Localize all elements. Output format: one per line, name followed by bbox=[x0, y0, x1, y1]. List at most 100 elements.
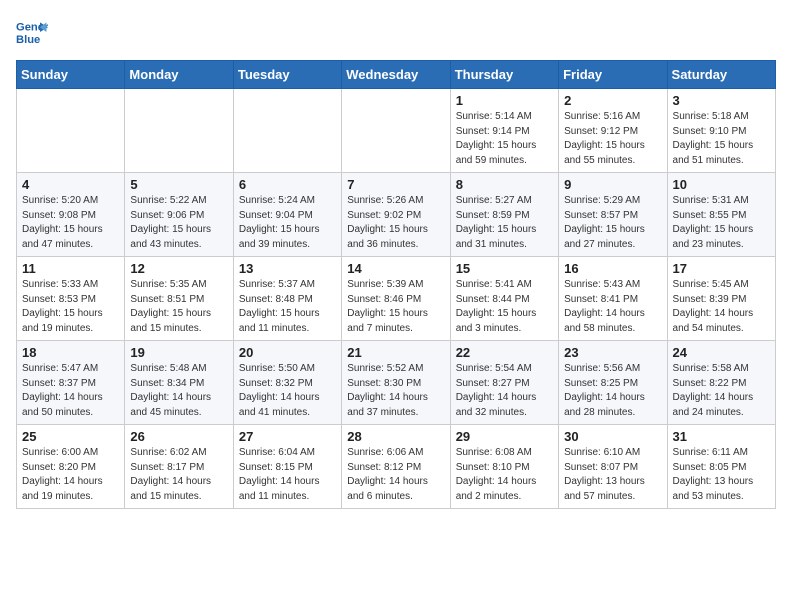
day-info: Sunrise: 5:14 AMSunset: 9:14 PMDaylight:… bbox=[456, 110, 553, 168]
day-info: Sunrise: 6:06 AMSunset: 8:12 PMDaylight:… bbox=[347, 446, 444, 504]
day-info: Sunrise: 6:04 AMSunset: 8:15 PMDaylight:… bbox=[239, 446, 336, 504]
day-info: Sunrise: 5:47 AMSunset: 8:37 PMDaylight:… bbox=[22, 362, 119, 420]
calendar-cell: 20 Sunrise: 5:50 AMSunset: 8:32 PMDayligh… bbox=[233, 341, 341, 425]
calendar-header: SundayMondayTuesdayWednesdayThursdayFrid… bbox=[17, 61, 776, 89]
day-number: 4 bbox=[22, 177, 119, 192]
calendar-cell: 8 Sunrise: 5:27 AMSunset: 8:59 PMDaylight… bbox=[450, 173, 558, 257]
calendar-cell: 6Sunrise: 5:24 AMSunset: 9:04 PMDaylight… bbox=[233, 173, 341, 257]
day-number: 17 bbox=[673, 261, 770, 276]
day-info: Sunrise: 5:33 AMSunset: 8:53 PMDaylight:… bbox=[22, 278, 119, 336]
calendar-cell: 21 Sunrise: 5:52 AMSunset: 8:30 PMDayligh… bbox=[342, 341, 450, 425]
day-number: 29 bbox=[456, 429, 553, 444]
calendar-week-1: 1 Sunrise: 5:14 AMSunset: 9:14 PMDaylight… bbox=[17, 89, 776, 173]
logo-icon: General Blue bbox=[16, 16, 48, 48]
calendar-cell: 25Sunrise: 6:00 AMSunset: 8:20 PMDayligh… bbox=[17, 425, 125, 509]
day-info: Sunrise: 5:31 AMSunset: 8:55 PMDaylight:… bbox=[673, 194, 770, 252]
weekday-header-monday: Monday bbox=[125, 61, 233, 89]
day-number: 14 bbox=[347, 261, 444, 276]
calendar-cell bbox=[342, 89, 450, 173]
day-number: 18 bbox=[22, 345, 119, 360]
calendar-cell: 24Sunrise: 5:58 AMSunset: 8:22 PMDayligh… bbox=[667, 341, 775, 425]
calendar-cell: 7 Sunrise: 5:26 AMSunset: 9:02 PMDaylight… bbox=[342, 173, 450, 257]
calendar-cell: 30Sunrise: 6:10 AMSunset: 8:07 PMDayligh… bbox=[559, 425, 667, 509]
day-info: Sunrise: 5:43 AMSunset: 8:41 PMDaylight:… bbox=[564, 278, 661, 336]
calendar-cell: 10 Sunrise: 5:31 AMSunset: 8:55 PMDayligh… bbox=[667, 173, 775, 257]
calendar-cell bbox=[125, 89, 233, 173]
calendar-cell: 22 Sunrise: 5:54 AMSunset: 8:27 PMDayligh… bbox=[450, 341, 558, 425]
day-number: 2 bbox=[564, 93, 661, 108]
weekday-header-sunday: Sunday bbox=[17, 61, 125, 89]
day-number: 21 bbox=[347, 345, 444, 360]
day-info: Sunrise: 5:50 AMSunset: 8:32 PMDaylight:… bbox=[239, 362, 336, 420]
day-info: Sunrise: 5:24 AMSunset: 9:04 PMDaylight:… bbox=[239, 194, 336, 252]
day-info: Sunrise: 6:02 AMSunset: 8:17 PMDaylight:… bbox=[130, 446, 227, 504]
day-number: 28 bbox=[347, 429, 444, 444]
calendar-cell: 3 Sunrise: 5:18 AMSunset: 9:10 PMDaylight… bbox=[667, 89, 775, 173]
calendar-cell: 5 Sunrise: 5:22 AMSunset: 9:06 PMDaylight… bbox=[125, 173, 233, 257]
day-info: Sunrise: 6:10 AMSunset: 8:07 PMDaylight:… bbox=[564, 446, 661, 504]
calendar-cell: 15 Sunrise: 5:41 AMSunset: 8:44 PMDayligh… bbox=[450, 257, 558, 341]
day-info: Sunrise: 5:45 AMSunset: 8:39 PMDaylight:… bbox=[673, 278, 770, 336]
day-info: Sunrise: 5:54 AMSunset: 8:27 PMDaylight:… bbox=[456, 362, 553, 420]
day-number: 27 bbox=[239, 429, 336, 444]
day-info: Sunrise: 6:00 AMSunset: 8:20 PMDaylight:… bbox=[22, 446, 119, 504]
day-info: Sunrise: 5:20 AMSunset: 9:08 PMDaylight:… bbox=[22, 194, 119, 252]
day-info: Sunrise: 5:48 AMSunset: 8:34 PMDaylight:… bbox=[130, 362, 227, 420]
calendar-cell: 26Sunrise: 6:02 AMSunset: 8:17 PMDayligh… bbox=[125, 425, 233, 509]
calendar-week-4: 18 Sunrise: 5:47 AMSunset: 8:37 PMDayligh… bbox=[17, 341, 776, 425]
day-info: Sunrise: 5:26 AMSunset: 9:02 PMDaylight:… bbox=[347, 194, 444, 252]
calendar-cell: 27 Sunrise: 6:04 AMSunset: 8:15 PMDayligh… bbox=[233, 425, 341, 509]
day-number: 31 bbox=[673, 429, 770, 444]
calendar-cell: 12Sunrise: 5:35 AMSunset: 8:51 PMDayligh… bbox=[125, 257, 233, 341]
day-number: 13 bbox=[239, 261, 336, 276]
calendar-cell: 13 Sunrise: 5:37 AMSunset: 8:48 PMDayligh… bbox=[233, 257, 341, 341]
day-number: 20 bbox=[239, 345, 336, 360]
calendar-cell: 17 Sunrise: 5:45 AMSunset: 8:39 PMDayligh… bbox=[667, 257, 775, 341]
calendar-cell: 14 Sunrise: 5:39 AMSunset: 8:46 PMDayligh… bbox=[342, 257, 450, 341]
day-info: Sunrise: 5:18 AMSunset: 9:10 PMDaylight:… bbox=[673, 110, 770, 168]
calendar-cell: 28 Sunrise: 6:06 AMSunset: 8:12 PMDayligh… bbox=[342, 425, 450, 509]
day-info: Sunrise: 5:22 AMSunset: 9:06 PMDaylight:… bbox=[130, 194, 227, 252]
day-info: Sunrise: 5:52 AMSunset: 8:30 PMDaylight:… bbox=[347, 362, 444, 420]
day-info: Sunrise: 5:37 AMSunset: 8:48 PMDaylight:… bbox=[239, 278, 336, 336]
day-info: Sunrise: 6:08 AMSunset: 8:10 PMDaylight:… bbox=[456, 446, 553, 504]
day-number: 1 bbox=[456, 93, 553, 108]
day-number: 8 bbox=[456, 177, 553, 192]
calendar-cell: 4 Sunrise: 5:20 AMSunset: 9:08 PMDaylight… bbox=[17, 173, 125, 257]
weekday-header-friday: Friday bbox=[559, 61, 667, 89]
day-number: 5 bbox=[130, 177, 227, 192]
day-info: Sunrise: 5:27 AMSunset: 8:59 PMDaylight:… bbox=[456, 194, 553, 252]
day-number: 22 bbox=[456, 345, 553, 360]
weekday-header-thursday: Thursday bbox=[450, 61, 558, 89]
calendar-cell: 23 Sunrise: 5:56 AMSunset: 8:25 PMDayligh… bbox=[559, 341, 667, 425]
day-number: 16 bbox=[564, 261, 661, 276]
calendar-cell: 2 Sunrise: 5:16 AMSunset: 9:12 PMDaylight… bbox=[559, 89, 667, 173]
calendar-cell bbox=[233, 89, 341, 173]
day-number: 12 bbox=[130, 261, 227, 276]
calendar-cell: 9Sunrise: 5:29 AMSunset: 8:57 PMDaylight… bbox=[559, 173, 667, 257]
day-info: Sunrise: 5:16 AMSunset: 9:12 PMDaylight:… bbox=[564, 110, 661, 168]
calendar-cell bbox=[17, 89, 125, 173]
day-number: 23 bbox=[564, 345, 661, 360]
day-number: 7 bbox=[347, 177, 444, 192]
calendar-cell: 18 Sunrise: 5:47 AMSunset: 8:37 PMDayligh… bbox=[17, 341, 125, 425]
calendar-cell: 31Sunrise: 6:11 AMSunset: 8:05 PMDayligh… bbox=[667, 425, 775, 509]
day-number: 24 bbox=[673, 345, 770, 360]
calendar-table: SundayMondayTuesdayWednesdayThursdayFrid… bbox=[16, 60, 776, 509]
weekday-header-wednesday: Wednesday bbox=[342, 61, 450, 89]
day-number: 3 bbox=[673, 93, 770, 108]
day-info: Sunrise: 5:41 AMSunset: 8:44 PMDaylight:… bbox=[456, 278, 553, 336]
day-number: 15 bbox=[456, 261, 553, 276]
logo: General Blue bbox=[16, 16, 52, 48]
day-info: Sunrise: 5:39 AMSunset: 8:46 PMDaylight:… bbox=[347, 278, 444, 336]
calendar-cell: 19Sunrise: 5:48 AMSunset: 8:34 PMDayligh… bbox=[125, 341, 233, 425]
weekday-header-saturday: Saturday bbox=[667, 61, 775, 89]
weekday-header-tuesday: Tuesday bbox=[233, 61, 341, 89]
day-number: 10 bbox=[673, 177, 770, 192]
day-info: Sunrise: 5:56 AMSunset: 8:25 PMDaylight:… bbox=[564, 362, 661, 420]
svg-text:Blue: Blue bbox=[16, 34, 40, 46]
calendar-week-5: 25Sunrise: 6:00 AMSunset: 8:20 PMDayligh… bbox=[17, 425, 776, 509]
calendar-week-3: 11Sunrise: 5:33 AMSunset: 8:53 PMDayligh… bbox=[17, 257, 776, 341]
day-info: Sunrise: 5:29 AMSunset: 8:57 PMDaylight:… bbox=[564, 194, 661, 252]
page-header: General Blue bbox=[16, 16, 776, 48]
